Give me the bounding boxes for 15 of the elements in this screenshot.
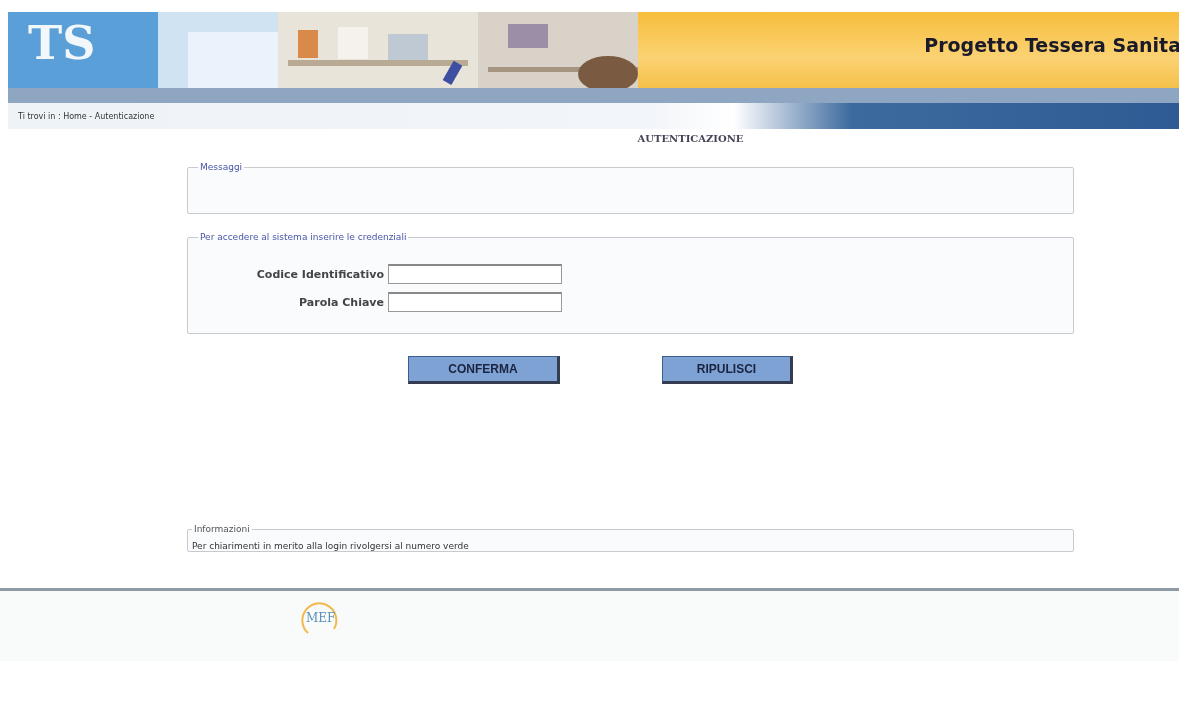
field-label: Parola Chiave bbox=[298, 295, 384, 309]
panel-legend: Informazioni bbox=[192, 524, 252, 534]
logo: TS bbox=[28, 20, 96, 66]
form-button[interactable]: RIPULISCI bbox=[662, 356, 793, 384]
form-button[interactable]: CONFERMA bbox=[408, 356, 560, 384]
input-field[interactable] bbox=[388, 264, 562, 284]
panel-legend: Messaggi bbox=[198, 162, 245, 172]
info-text: Per chiarimenti in merito alla login rivolgersi al numero verde bbox=[192, 541, 469, 551]
footer-logo: MEF bbox=[306, 611, 336, 625]
panel-legend: Per accedere al sistema inserire le credenziali bbox=[198, 232, 409, 242]
breadcrumb: Ti trovi in : Home - Autenticazione bbox=[17, 111, 155, 121]
field-label: Codice Identificativo bbox=[255, 267, 384, 281]
site-title: Progetto Tessera Sanita bbox=[924, 34, 1179, 56]
input-field[interactable] bbox=[388, 292, 562, 312]
page-title: AUTENTICAZIONE bbox=[636, 133, 745, 144]
